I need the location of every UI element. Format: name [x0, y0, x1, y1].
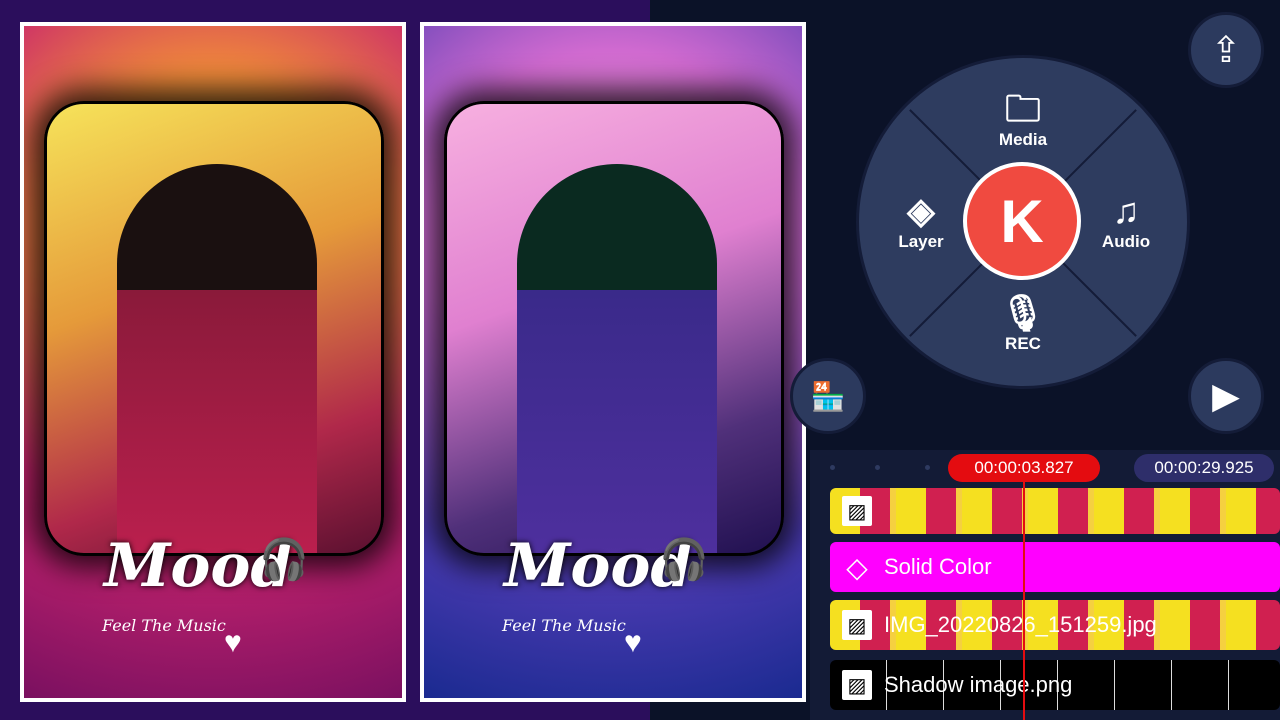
timeline-dot [875, 465, 880, 470]
photo-frame [444, 101, 784, 556]
music-note-icon: ♫ [1112, 190, 1140, 231]
media-label: Media [998, 130, 1048, 149]
rec-label: REC [1005, 334, 1041, 353]
paint-bucket-icon: ◇ [846, 551, 868, 583]
play-icon: ▶ [1212, 375, 1240, 416]
track-label: Solid Color [884, 554, 992, 579]
media-folder-icon: 🗀 [1004, 88, 1041, 129]
asset-store-button[interactable]: 🏪 [790, 358, 866, 434]
photo-frame [44, 101, 384, 556]
playhead[interactable] [1023, 478, 1025, 720]
logo-letter: K [1000, 187, 1044, 255]
timeline-track-image[interactable]: ▨ [830, 488, 1280, 534]
timeline-dot [925, 465, 930, 470]
preview-before: Mood 🎧 Feel The Music ♥ [20, 22, 406, 702]
heart-icon: ♥ [224, 626, 242, 659]
mood-subtitle: Feel The Music [102, 616, 226, 635]
kinemaster-logo-button[interactable]: K [963, 162, 1081, 280]
woman-photo [117, 164, 317, 553]
timeline-track-shadow-image[interactable]: ▨ Shadow image.png [830, 660, 1280, 710]
track-label: IMG_20220826_151259.jpg [884, 612, 1157, 637]
headphones-icon: 🎧 [659, 538, 709, 582]
rec-button[interactable]: 🎙 REC [973, 292, 1073, 354]
microphone-icon: 🎙 [1000, 292, 1046, 333]
image-icon: ▨ [842, 496, 872, 526]
heart-icon: ♥ [624, 626, 642, 659]
layers-icon: ◈ [907, 190, 935, 231]
share-button[interactable]: ⇪ [1188, 12, 1264, 88]
image-icon: ▨ [842, 610, 872, 640]
layer-button[interactable]: ◈ Layer [871, 190, 971, 252]
mood-subtitle: Feel The Music [502, 616, 626, 635]
share-icon: ⇪ [1210, 29, 1242, 70]
store-icon: 🏪 [810, 380, 846, 412]
media-button[interactable]: 🗀 Media [973, 88, 1073, 150]
woman-photo [517, 164, 717, 553]
track-label: Shadow image.png [884, 672, 1073, 697]
timeline-dot [830, 465, 835, 470]
play-button[interactable]: ▶ [1188, 358, 1264, 434]
headphones-icon: 🎧 [259, 538, 309, 582]
timeline-track-image[interactable]: ▨ IMG_20220826_151259.jpg [830, 600, 1280, 650]
layer-label: Layer [898, 232, 944, 251]
audio-button[interactable]: ♫ Audio [1076, 190, 1176, 252]
image-icon: ▨ [842, 670, 872, 700]
audio-label: Audio [1101, 232, 1151, 251]
timeline-track-solid-color[interactable]: ◇ Solid Color [830, 542, 1280, 592]
total-time: 00:00:29.925 [1134, 454, 1274, 482]
preview-after: Mood 🎧 Feel The Music ♥ [420, 22, 806, 702]
